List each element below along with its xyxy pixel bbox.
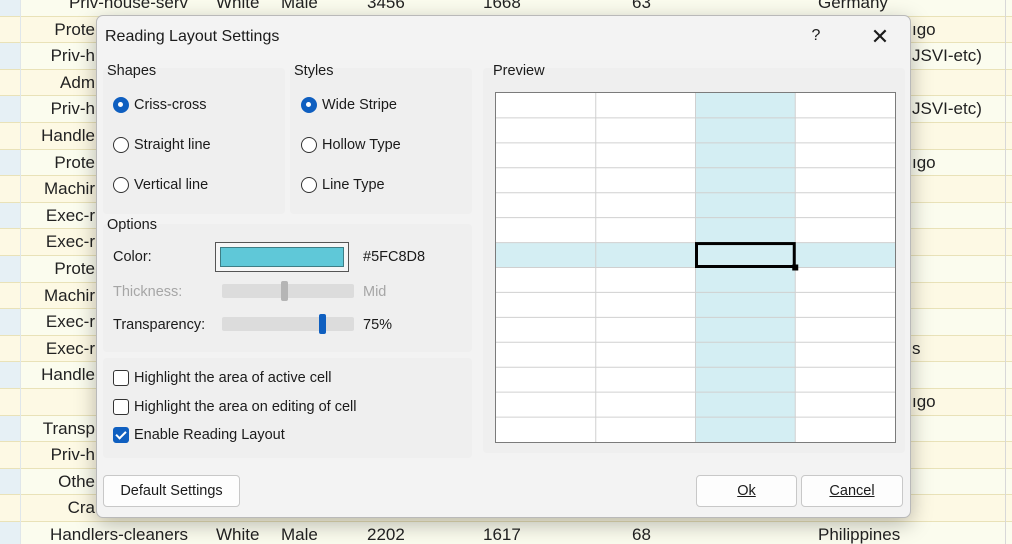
sheet-cell: 68 (632, 525, 651, 544)
shapes-label: Shapes (107, 63, 157, 79)
sheet-cell: Handle (41, 126, 95, 145)
radio-criss-cross[interactable]: Criss-cross (113, 97, 207, 113)
preview-area (495, 92, 896, 443)
sheet-cell: Germany (818, 0, 888, 12)
sheet-gridline (20, 0, 21, 544)
thickness-value: Mid (363, 284, 387, 300)
sheet-cell: Machir (43, 179, 95, 199)
sheet-cell: Handle (41, 365, 95, 385)
checkbox-box (113, 398, 129, 415)
preview-label: Preview (493, 63, 545, 79)
sheet-cell: Philippines (818, 525, 901, 544)
sheet-cell: Priv-house-serv (68, 0, 188, 12)
sheet-cell: Priv-h (50, 99, 95, 119)
sheet-cell: 1668 (483, 0, 521, 12)
sheet-cell: Transp (42, 418, 95, 438)
checkbox-label: Highlight the area of active cell (134, 370, 332, 386)
color-picker-button[interactable] (215, 242, 349, 272)
radio-dot-icon (113, 177, 129, 193)
sheet-cell: 3456 (367, 0, 405, 12)
reading-layout-dialog: Reading Layout Settings ? ✕ Shapes Criss… (96, 15, 911, 518)
sheet-cell: Priv-h (50, 445, 95, 465)
transparency-label: Transparency: (113, 317, 206, 333)
sheet-cell: Priv-h (50, 46, 95, 66)
thickness-slider-thumb[interactable] (280, 281, 288, 301)
radio-label: Vertical line (134, 177, 209, 193)
sheet-cell: s (912, 338, 921, 358)
options-label: Options (107, 217, 157, 233)
sheet-cell: ıgo (912, 19, 936, 39)
radio-dot-icon (113, 137, 129, 153)
close-icon: ✕ (870, 24, 890, 49)
close-button[interactable]: ✕ (865, 24, 895, 50)
thickness-slider[interactable] (222, 284, 354, 298)
radio-hollow-type[interactable]: Hollow Type (301, 137, 401, 153)
cancel-button[interactable]: Cancel (801, 475, 903, 507)
sheet-cell: 2202 (367, 525, 405, 544)
cancel-button-label: Cancel (829, 483, 875, 499)
transparency-slider-thumb[interactable] (318, 314, 326, 334)
sheet-cell: ıgo (912, 392, 936, 411)
radio-label: Straight line (134, 137, 211, 153)
sheet-cell: Exec-r (45, 205, 95, 225)
sheet-row: Handlers-cleaners White Male 2202 1617 68 Phil… (0, 522, 1012, 544)
sheet-cell: 1617 (483, 525, 521, 544)
transparency-value: 75% (363, 317, 393, 333)
sheet-cell: Prote (54, 19, 95, 39)
preview-fill-handle (792, 264, 799, 271)
sheet-cell: Adm (60, 72, 95, 92)
sheet-cell: Othe (58, 471, 95, 491)
checkbox-highlight-the-area-on-editing-of-cell[interactable]: Highlight the area on editing of cell (113, 398, 357, 415)
default-settings-button[interactable]: Default Settings (103, 475, 240, 507)
preview-grid (496, 93, 895, 442)
help-button[interactable]: ? (803, 24, 829, 48)
sheet-cell: Exec-r (45, 338, 95, 358)
radio-vertical-line[interactable]: Vertical line (113, 177, 208, 193)
radio-label: Criss-cross (134, 97, 207, 113)
sheet-cell: Cra (67, 498, 95, 518)
sheet-cell: JSVI-etc) (912, 46, 982, 66)
sheet-cell: Handlers-cleaners (50, 525, 188, 544)
styles-label: Styles (294, 63, 334, 79)
color-hex-value: #5FC8D8 (363, 249, 426, 265)
color-swatch (220, 247, 344, 267)
sheet-cell: Prote (54, 259, 95, 278)
transparency-slider[interactable] (222, 317, 354, 331)
radio-dot-icon (301, 97, 317, 113)
checkbox-label: Highlight the area on editing of cell (134, 398, 357, 415)
radio-label: Hollow Type (322, 137, 401, 153)
radio-line-type[interactable]: Line Type (301, 177, 385, 193)
dialog-title: Reading Layout Settings (105, 28, 280, 45)
sheet-cell: Male (281, 525, 318, 544)
sheet-cell: ıgo (912, 152, 936, 172)
checkbox-label: Enable Reading Layout (134, 427, 285, 443)
color-label: Color: (113, 249, 152, 265)
sheet-cell: Male (281, 0, 318, 12)
sheet-cell: JSVI-etc) (912, 99, 982, 119)
sheet-cell: Machir (43, 285, 95, 305)
sheet-cell: Exec-r (45, 312, 95, 332)
thickness-label: Thickness: (113, 284, 183, 300)
checkbox-enable-reading-layout[interactable]: Enable Reading Layout (113, 427, 285, 443)
sheet-gridline (1005, 0, 1006, 544)
sheet-cell: Exec-r (45, 232, 95, 252)
ok-button[interactable]: Ok (696, 475, 797, 507)
ok-button-label: Ok (737, 483, 756, 499)
checkmark-icon (113, 427, 129, 443)
radio-wide-stripe[interactable]: Wide Stripe (301, 97, 397, 113)
sheet-cell: White (216, 525, 260, 544)
radio-straight-line[interactable]: Straight line (113, 137, 211, 153)
sheet-cell: Prote (54, 152, 95, 172)
checkbox-box (113, 370, 129, 386)
sheet-cell: White (216, 0, 260, 12)
radio-dot-icon (301, 137, 317, 153)
radio-dot-icon (113, 97, 129, 113)
radio-dot-icon (301, 177, 317, 193)
radio-label: Line Type (322, 177, 385, 193)
radio-label: Wide Stripe (322, 97, 397, 113)
sheet-cell: 63 (632, 0, 651, 12)
checkbox-highlight-the-area-of-active-cell[interactable]: Highlight the area of active cell (113, 370, 331, 386)
